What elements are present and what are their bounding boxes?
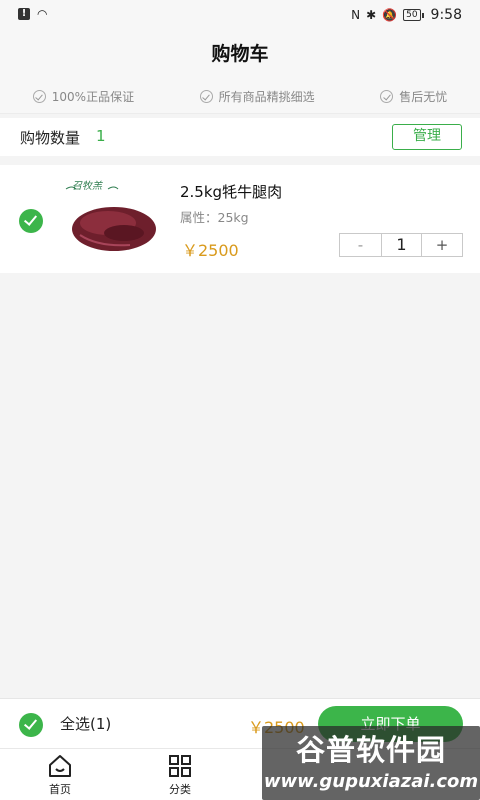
quantity-plus-button[interactable]: + xyxy=(422,234,462,256)
status-time: 9:58 xyxy=(430,7,462,23)
product-attribute: 属性：25kg xyxy=(180,210,249,225)
grid-icon xyxy=(169,755,191,777)
status-right: N ✱ 🔕 50 9:58 xyxy=(351,7,462,23)
tab-category-label: 分类 xyxy=(169,783,191,796)
quantity-stepper: - 1 + xyxy=(339,233,463,257)
cart-count-value: 1 xyxy=(96,127,106,145)
status-bar: ! ◠ N ✱ 🔕 50 9:58 xyxy=(0,0,480,30)
select-all-label[interactable]: 全选(1) xyxy=(60,713,111,734)
cart-count-label: 购物数量 xyxy=(20,129,81,147)
header: 购物车 xyxy=(0,30,480,80)
status-left: ! ◠ xyxy=(18,7,47,21)
guarantee-label: 所有商品精挑细选 xyxy=(218,90,315,104)
guarantee-after-sales: 售后无忧 xyxy=(380,88,447,105)
tab-category[interactable]: 分类 xyxy=(140,753,220,797)
nfc-icon: N xyxy=(351,8,361,22)
check-circle-icon xyxy=(199,90,213,103)
battery-icon: 50 xyxy=(403,9,425,21)
product-name[interactable]: 2.5kg牦牛腿肉 xyxy=(180,181,282,202)
quantity-value[interactable]: 1 xyxy=(382,234,422,256)
check-circle-icon xyxy=(32,90,46,103)
guarantee-authentic: 100%正品保证 xyxy=(32,88,135,105)
page-title: 购物车 xyxy=(211,43,269,65)
home-icon xyxy=(49,755,71,777)
guarantee-bar: 100%正品保证 所有商品精挑细选 售后无忧 xyxy=(0,80,480,114)
site-watermark: 谷普软件园 www.gupuxiazai.com xyxy=(262,726,480,800)
item-checkbox[interactable] xyxy=(19,209,43,233)
watermark-title: 谷普软件园 xyxy=(295,733,446,767)
product-price: ￥2500 xyxy=(182,241,239,260)
beef-product-image[interactable]: 召牧羔 xyxy=(58,173,168,265)
mute-icon: 🔕 xyxy=(382,8,398,22)
brand-logo-text: 召牧羔 xyxy=(72,180,103,192)
watermark-url: www.gupuxiazai.com xyxy=(263,771,479,792)
select-all-checkbox[interactable] xyxy=(19,713,43,737)
tab-home[interactable]: 首页 xyxy=(20,753,100,797)
tab-home-label: 首页 xyxy=(49,783,71,796)
check-circle-icon xyxy=(380,90,394,103)
guarantee-label: 售后无忧 xyxy=(399,90,448,104)
bluetooth-icon: ✱ xyxy=(366,8,377,22)
guarantee-selected: 所有商品精挑细选 xyxy=(199,88,315,105)
quantity-minus-button[interactable]: - xyxy=(340,234,382,256)
guarantee-label: 100%正品保证 xyxy=(51,90,135,104)
wifi-icon: ◠ xyxy=(37,7,48,21)
manage-button[interactable]: 管理 xyxy=(392,124,462,150)
alert-icon: ! xyxy=(18,8,30,20)
cart-item: 召牧羔 2.5kg牦牛腿肉 属性：25kg ￥2500 - 1 + xyxy=(0,165,480,273)
cart-count-bar: 购物数量 1 管理 xyxy=(0,118,480,156)
